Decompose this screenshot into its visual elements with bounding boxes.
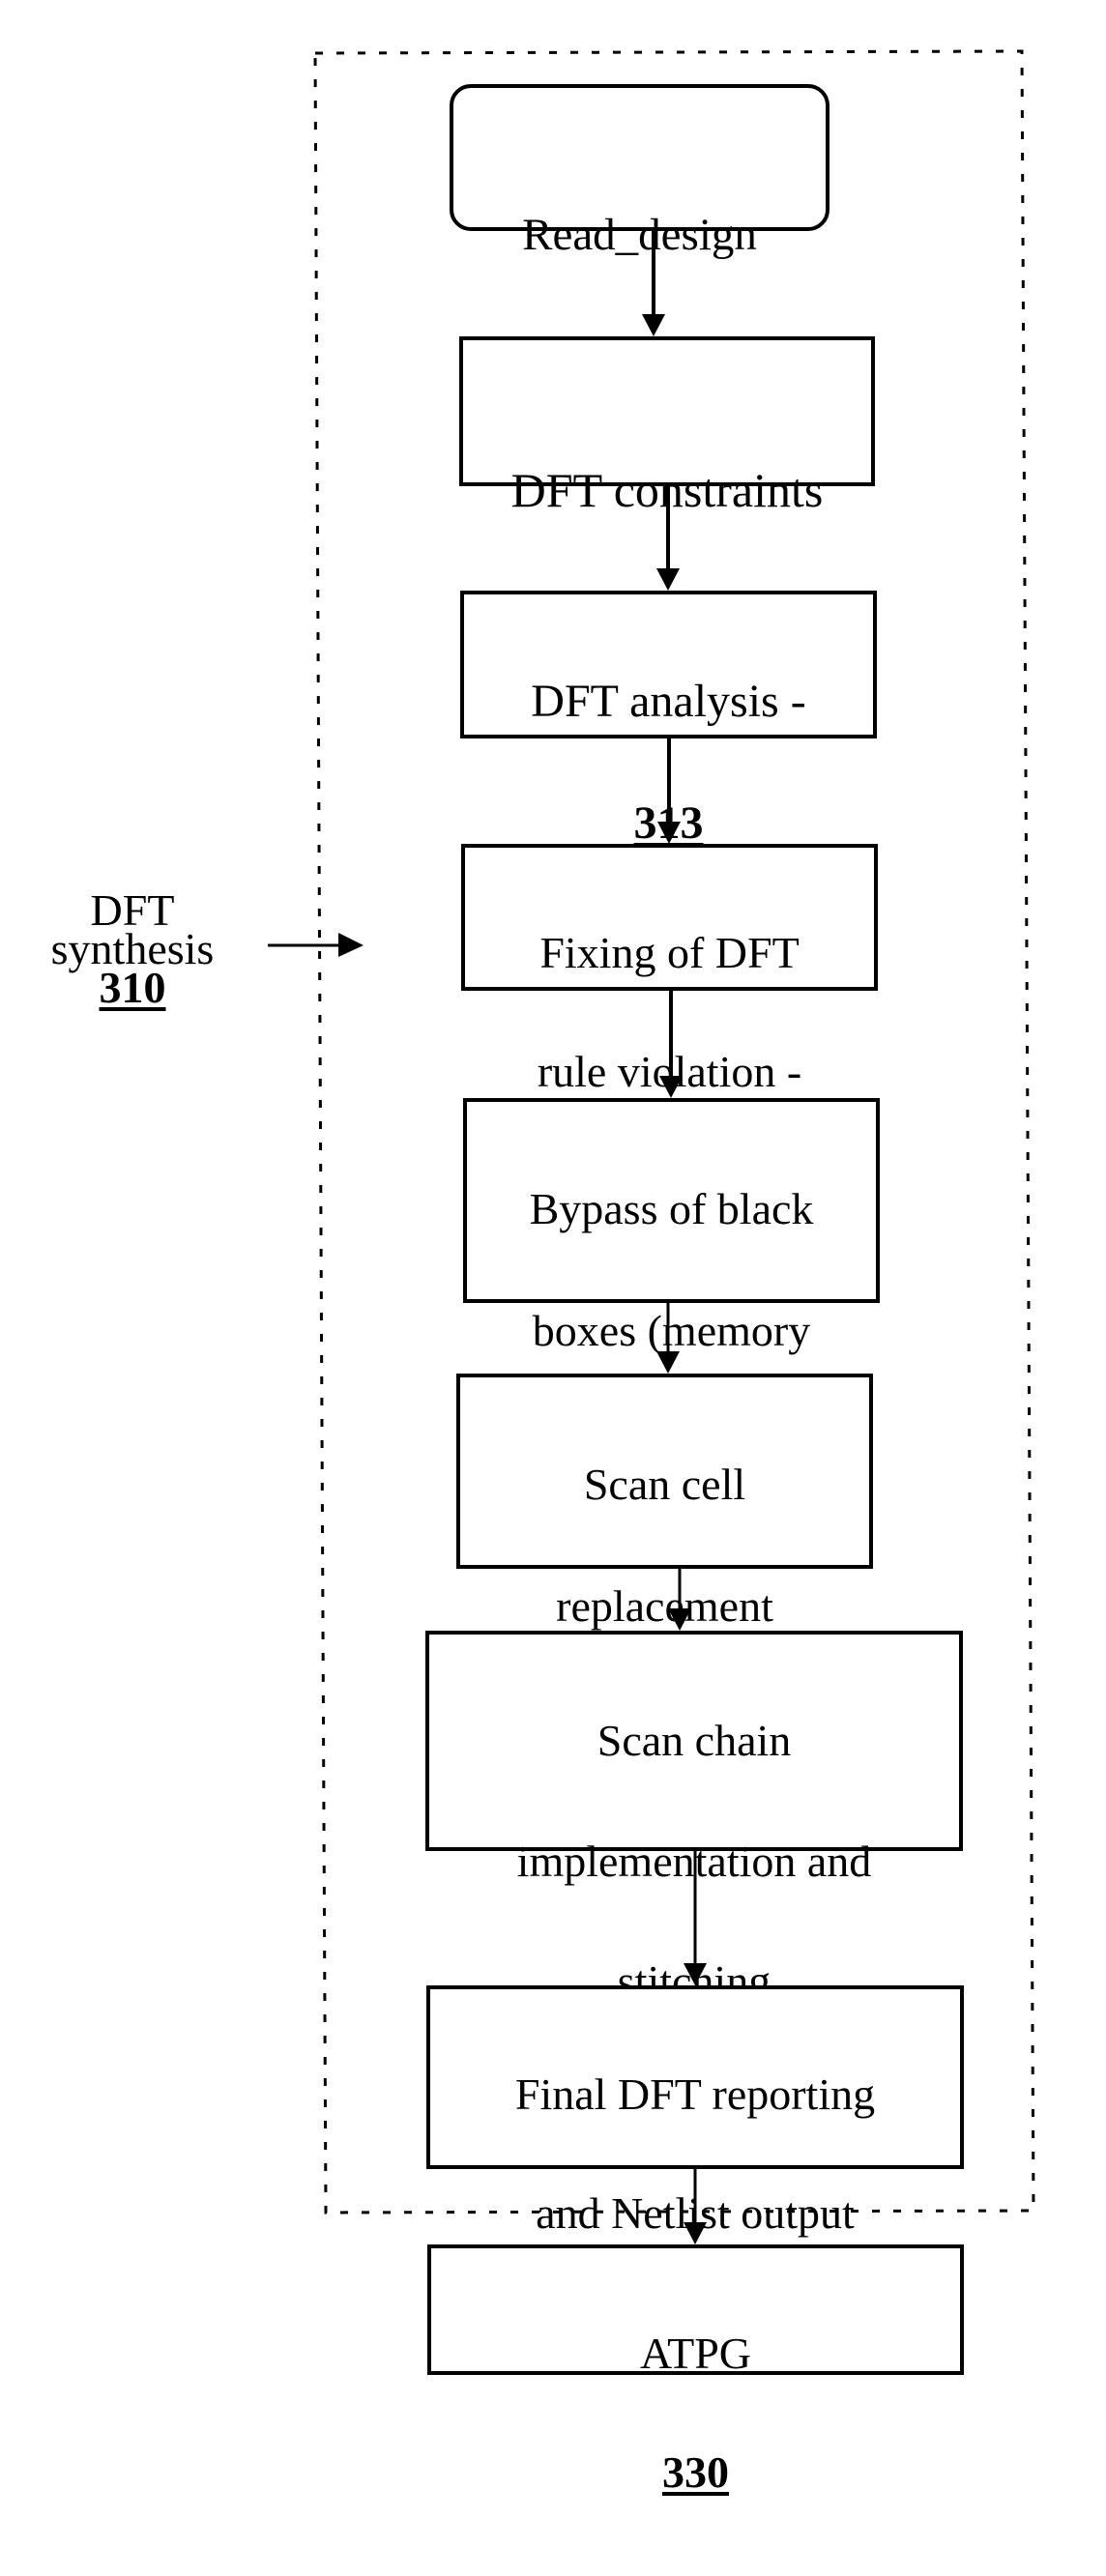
- group-label-ref-number: 310: [99, 963, 166, 1012]
- step-fix-label-2: rule violation -: [537, 1047, 802, 1096]
- step-atpg: ATPG 330: [427, 2244, 964, 2495]
- step-dft-analysis-label: DFT analysis -: [531, 676, 806, 727]
- step-dft-constraints-label: DFT constraints: [510, 463, 824, 517]
- step-final-label-2: and Netlist output: [536, 2188, 855, 2238]
- group-label-dft-synthesis: DFT synthesis 310: [36, 888, 229, 1010]
- step-dft-analysis: DFT analysis - 313: [460, 591, 877, 847]
- step-dft-constraints: DFT constraints setting - 312: [459, 336, 875, 677]
- step-read-design-label: Read_design: [522, 210, 757, 260]
- step-final-label-1: Final DFT reporting: [514, 2069, 876, 2119]
- step-dft-analysis-ref: 313: [633, 797, 704, 849]
- step-fix-label-1: Fixing of DFT: [539, 928, 800, 977]
- step-read-design: Read_design 311: [450, 84, 830, 411]
- group-label-arrowhead: [338, 933, 364, 957]
- step-final-dft-reporting: Final DFT reporting and Netlist output 3…: [426, 1985, 964, 2355]
- step-atpg-label: ATPG: [639, 2329, 752, 2378]
- step-bypass-label-1: Bypass of black: [529, 1184, 814, 1233]
- step-scan-cell-label-1: Scan cell: [583, 1460, 746, 1509]
- step-scan-cell-replacement: Scan cell replacement - 316: [456, 1374, 873, 1751]
- step-fix-dft-rule-violation: Fixing of DFT rule violation - 314: [461, 844, 878, 1213]
- step-scan-cell-label-2: replacement: [556, 1581, 773, 1631]
- step-bypass-label-2: boxes (memory: [532, 1306, 811, 1355]
- step-scan-chain-label-2: implementation and: [516, 1836, 872, 1886]
- step-bypass-black-boxes: Bypass of black boxes (memory blocks) - …: [463, 1098, 880, 1475]
- step-atpg-ref: 330: [662, 2447, 729, 2497]
- step-scan-chain-stitching: Scan chain implementation and stitching …: [425, 1631, 963, 2124]
- step-scan-chain-label-1: Scan chain: [597, 1716, 792, 1765]
